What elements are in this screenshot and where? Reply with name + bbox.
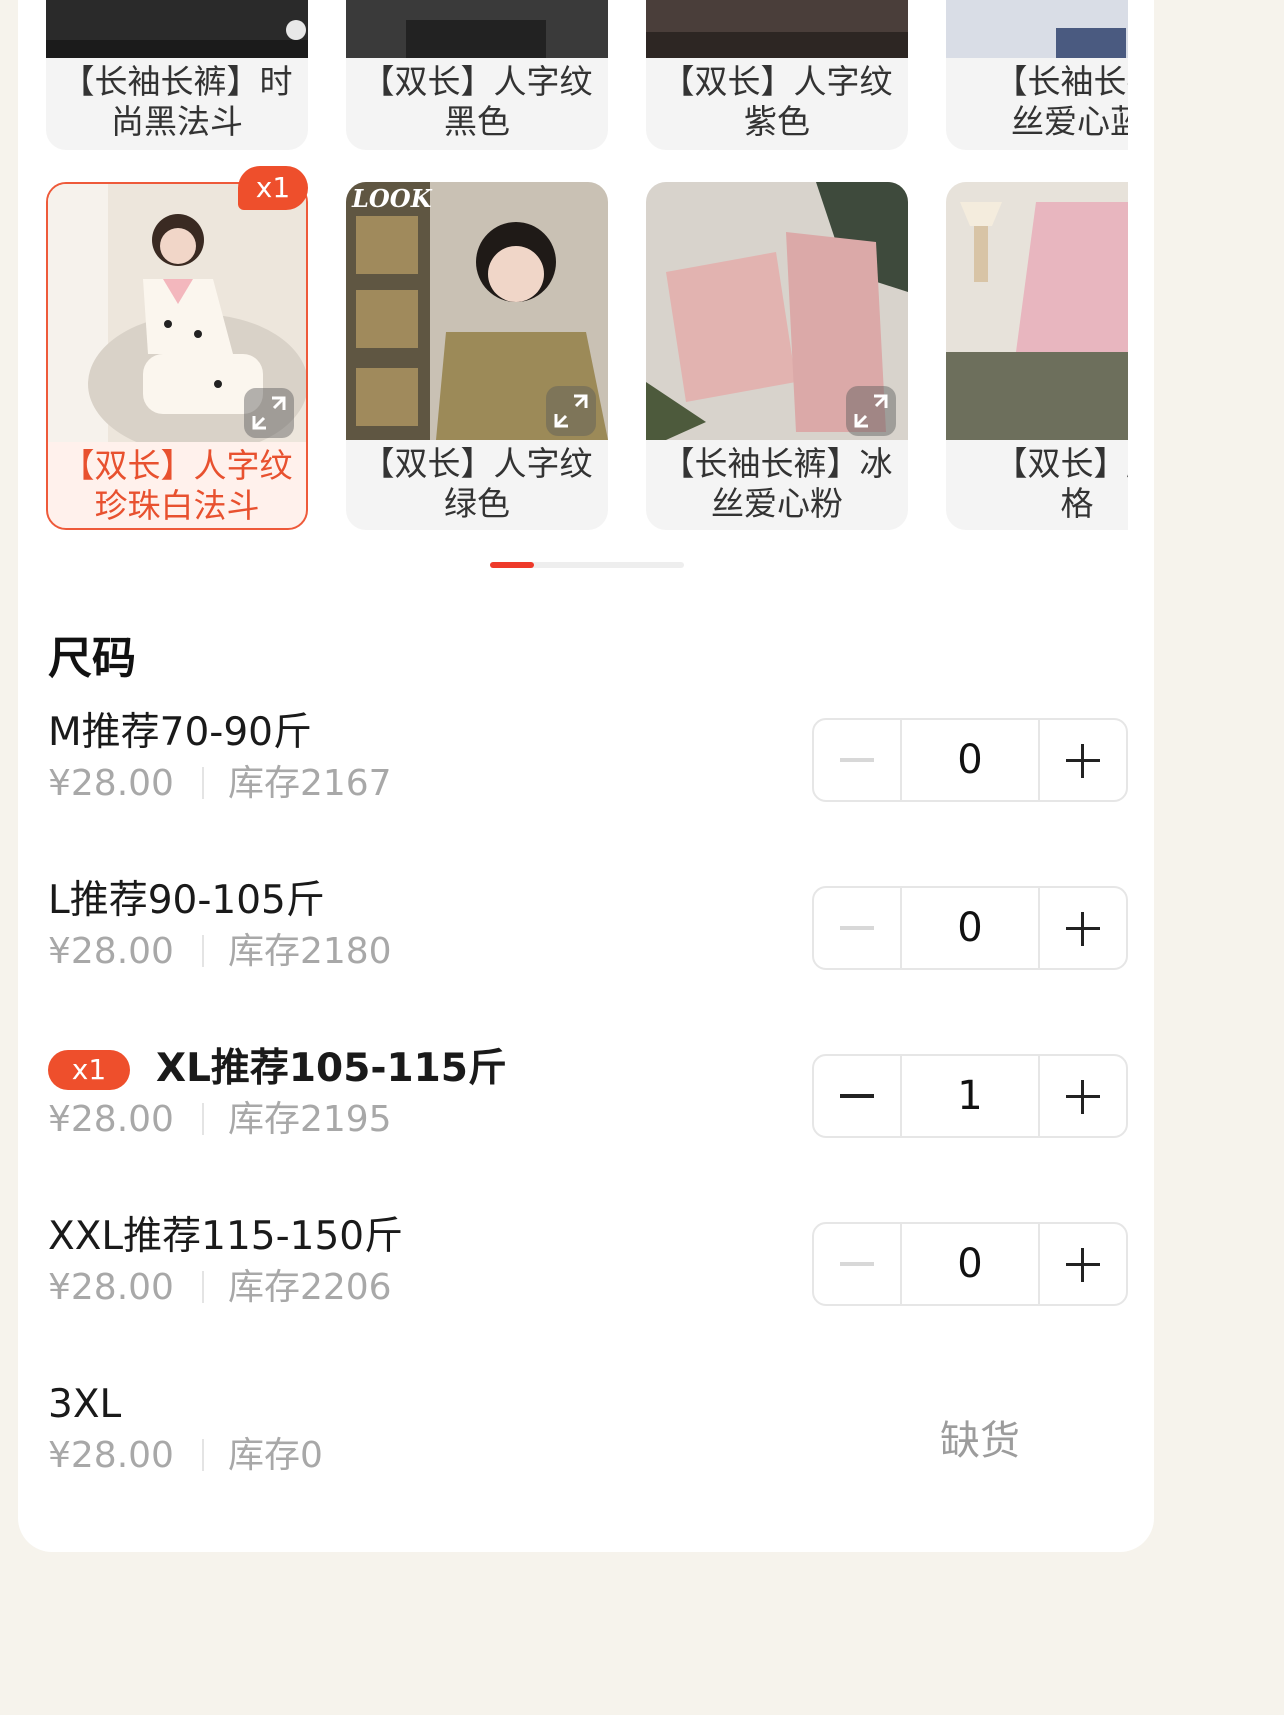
variant-label: 【双长】胭 格: [994, 444, 1129, 523]
size-name: XL推荐105-115斤: [156, 1046, 507, 1091]
decrement-button[interactable]: [814, 1224, 902, 1304]
variant-label: 【长袖长裤】时 尚黑法斗: [61, 62, 293, 141]
variant-thumbnail: [946, 0, 1128, 58]
size-price: ¥28.00: [48, 1267, 174, 1308]
variant-thumbnail: [646, 182, 908, 440]
size-stock: 库存2167: [227, 763, 392, 804]
variant-label: 【双长】人字纹 珍珠白法斗: [61, 446, 293, 525]
size-meta: ¥28.00 库存2167: [48, 762, 392, 806]
decrement-button[interactable]: [814, 1056, 902, 1136]
size-name: XXL推荐115-150斤: [48, 1214, 404, 1259]
quantity-value[interactable]: 1: [902, 1056, 1038, 1136]
quantity-value[interactable]: 0: [902, 888, 1038, 968]
variant-label: 【双长】人字纹 紫色: [661, 62, 893, 141]
minus-icon: [840, 1262, 874, 1266]
quantity-stepper: 0: [812, 718, 1128, 802]
size-name: M推荐70-90斤: [48, 710, 312, 755]
increment-button[interactable]: [1038, 1056, 1126, 1136]
variant-card-selected[interactable]: 【双长】人字纹 珍珠白法斗 x1: [46, 166, 308, 530]
divider: [201, 1439, 204, 1471]
size-stock: 库存2180: [227, 931, 392, 972]
divider: [201, 767, 204, 799]
expand-icon[interactable]: [244, 388, 294, 438]
divider: [201, 1103, 204, 1135]
variant-label: 【长袖长裤 丝爱心蓝: [994, 62, 1129, 141]
variant-card[interactable]: 【双长】胭 格: [946, 182, 1128, 530]
variant-card[interactable]: 【长袖长裤】冰 丝爱心粉: [646, 182, 908, 530]
variant-card[interactable]: 【双长】人字纹 紫色: [646, 0, 908, 150]
minus-icon: [840, 926, 874, 930]
size-price: ¥28.00: [48, 1435, 174, 1476]
size-row: 3XL ¥28.00 库存0 缺货: [48, 1382, 1128, 1502]
size-price: ¥28.00: [48, 1099, 174, 1140]
size-meta: ¥28.00 库存0: [48, 1434, 323, 1478]
quantity-stepper: 0: [812, 886, 1128, 970]
decrement-button[interactable]: [814, 720, 902, 800]
size-row: XXL推荐115-150斤 ¥28.00 库存2206 0: [48, 1214, 1128, 1334]
selected-quantity-badge: x1: [48, 1050, 130, 1090]
increment-button[interactable]: [1038, 1224, 1126, 1304]
size-row-selected: x1 XL推荐105-115斤 ¥28.00 库存2195 1: [48, 1046, 1128, 1166]
size-meta: ¥28.00 库存2195: [48, 1098, 392, 1142]
variant-thumbnail: [46, 0, 308, 58]
size-price: ¥28.00: [48, 763, 174, 804]
variant-label: 【双长】人字纹 绿色: [361, 444, 593, 523]
increment-button[interactable]: [1038, 720, 1126, 800]
size-stock: 库存0: [227, 1435, 323, 1476]
size-row: L推荐90-105斤 ¥28.00 库存2180 0: [48, 878, 1128, 998]
expand-icon[interactable]: [546, 386, 596, 436]
minus-icon: [840, 758, 874, 762]
minus-icon: [840, 1094, 874, 1098]
variant-thumbnail: [646, 0, 908, 58]
thumb-look-text: LOOK: [352, 184, 432, 213]
sold-out-label: 缺货: [940, 1418, 1020, 1464]
quantity-stepper: 0: [812, 1222, 1128, 1306]
variant-card[interactable]: 【双长】人字纹 黑色: [346, 0, 608, 150]
size-meta: ¥28.00 库存2180: [48, 930, 392, 974]
size-stock: 库存2195: [227, 1099, 392, 1140]
sku-sheet: 【长袖长裤】时 尚黑法斗 【双长】人字纹 黑色 【双长】人字纹 紫色 【长袖长裤…: [18, 0, 1154, 1552]
divider: [201, 1271, 204, 1303]
quantity-value[interactable]: 0: [902, 720, 1038, 800]
quantity-stepper: 1: [812, 1054, 1128, 1138]
carousel-indicator-active: [490, 562, 534, 568]
carousel-indicator: [490, 562, 684, 568]
variant-grid: 【长袖长裤】时 尚黑法斗 【双长】人字纹 黑色 【双长】人字纹 紫色 【长袖长裤…: [46, 0, 1128, 540]
increment-button[interactable]: [1038, 888, 1126, 968]
variant-thumbnail: [946, 182, 1128, 440]
variant-label: 【长袖长裤】冰 丝爱心粉: [661, 444, 893, 523]
variant-thumbnail: [48, 184, 306, 442]
size-name: 3XL: [48, 1382, 122, 1427]
variant-thumbnail: [346, 0, 608, 58]
size-section-title: 尺码: [48, 633, 136, 684]
size-meta: ¥28.00 库存2206: [48, 1266, 392, 1310]
expand-icon[interactable]: [846, 386, 896, 436]
variant-card[interactable]: 【长袖长裤】时 尚黑法斗: [46, 0, 308, 150]
variant-card[interactable]: LOOK 【双长】人字纹 绿色: [346, 182, 608, 530]
size-name: L推荐90-105斤: [48, 878, 325, 923]
size-row: M推荐70-90斤 ¥28.00 库存2167 0: [48, 710, 1128, 830]
decrement-button[interactable]: [814, 888, 902, 968]
size-stock: 库存2206: [227, 1267, 392, 1308]
variant-card[interactable]: 【长袖长裤 丝爱心蓝: [946, 0, 1128, 150]
divider: [201, 935, 204, 967]
size-price: ¥28.00: [48, 931, 174, 972]
variant-label: 【双长】人字纹 黑色: [361, 62, 593, 141]
variant-thumbnail: LOOK: [346, 182, 608, 440]
selected-quantity-badge: x1: [238, 166, 308, 210]
quantity-value[interactable]: 0: [902, 1224, 1038, 1304]
